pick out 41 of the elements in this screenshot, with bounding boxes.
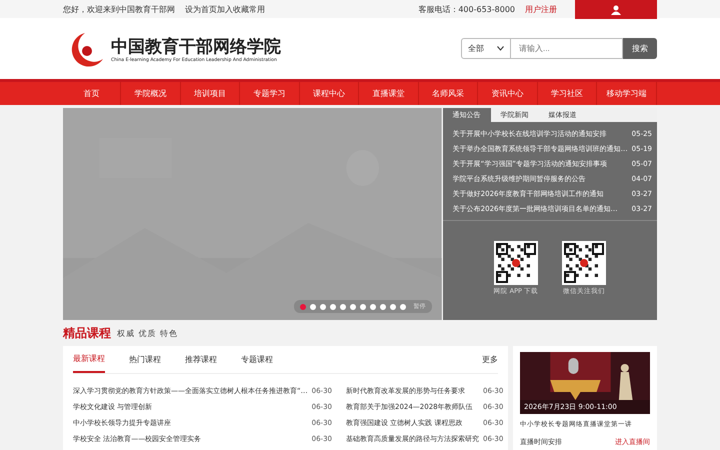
course-tab[interactable]: 热门课程 bbox=[129, 346, 161, 373]
search-button[interactable]: 搜索 bbox=[623, 38, 657, 59]
nav-item[interactable]: 移动学习端 bbox=[597, 82, 657, 105]
slider-dot[interactable] bbox=[380, 304, 386, 310]
nav-item[interactable]: 资讯中心 bbox=[478, 82, 538, 105]
slider-dot[interactable] bbox=[340, 304, 346, 310]
register-link[interactable]: 用户注册 bbox=[525, 4, 557, 14]
slider-dot[interactable] bbox=[360, 304, 366, 310]
qr-code-icon bbox=[562, 241, 606, 285]
slider-dot[interactable] bbox=[310, 304, 316, 310]
phone-number: 客服电话：400-653-8000 bbox=[418, 4, 515, 14]
qr-code-icon bbox=[494, 241, 538, 285]
course-tab[interactable]: 最新课程 bbox=[73, 346, 105, 373]
nav-item[interactable]: 学习社区 bbox=[538, 82, 598, 105]
nav-item[interactable]: 培训项目 bbox=[180, 82, 240, 105]
slider-dot[interactable] bbox=[370, 304, 376, 310]
section-title: 精品课程 bbox=[63, 324, 111, 342]
slider-dot[interactable] bbox=[330, 304, 336, 310]
nav-item[interactable]: 直播课堂 bbox=[359, 82, 419, 105]
user-button[interactable] bbox=[575, 0, 657, 19]
slider-dot[interactable] bbox=[320, 304, 326, 310]
more-link[interactable]: 更多 bbox=[482, 354, 498, 365]
nav-item[interactable]: 首页 bbox=[63, 82, 122, 105]
nav-item[interactable]: 课程中心 bbox=[300, 82, 360, 105]
slider-dot[interactable] bbox=[350, 304, 356, 310]
search-field[interactable]: 请输入... bbox=[511, 38, 623, 59]
course-tab[interactable]: 专题课程 bbox=[241, 346, 273, 373]
section-slogan: 权威 优质 特色 bbox=[117, 328, 178, 338]
nav-item[interactable]: 学院概况 bbox=[121, 82, 181, 105]
scope-dropdown[interactable]: 全部 bbox=[461, 38, 511, 59]
logo-title: 中国教育干部网络学院 bbox=[111, 36, 281, 58]
user-icon bbox=[611, 4, 621, 14]
caret-icon bbox=[497, 46, 504, 51]
top-link[interactable]: 您好，欢迎来到中国教育干部网 bbox=[63, 4, 175, 14]
nav-item[interactable]: 名师风采 bbox=[418, 82, 478, 105]
slider-dot[interactable] bbox=[400, 304, 406, 310]
slider-dot[interactable] bbox=[390, 304, 396, 310]
top-link[interactable]: 设为首页加入收藏常用 bbox=[185, 4, 265, 14]
slider-dot[interactable] bbox=[300, 304, 306, 310]
nav-item[interactable]: 专题学习 bbox=[240, 82, 300, 105]
course-tab[interactable]: 推荐课程 bbox=[185, 346, 217, 373]
